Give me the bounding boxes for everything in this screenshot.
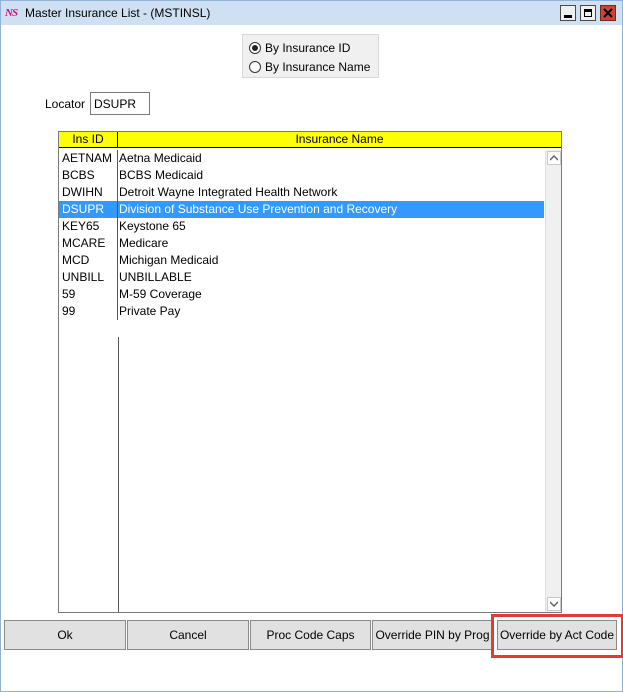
radio-unchecked-icon[interactable] [249, 61, 261, 73]
cell-ins-id: BCBS [59, 167, 118, 184]
cell-insurance-name: Private Pay [119, 304, 181, 318]
window-title: Master Insurance List - (MSTINSL) [25, 6, 211, 20]
title-bar[interactable]: NS Master Insurance List - (MSTINSL) [1, 1, 622, 25]
cell-insurance-name: Keystone 65 [119, 219, 186, 233]
cell-insurance-name: Michigan Medicaid [119, 253, 219, 267]
table-row[interactable]: BCBS BCBS Medicaid [59, 167, 544, 184]
proc-code-caps-button[interactable]: Proc Code Caps [250, 620, 371, 650]
cell-insurance-name: Aetna Medicaid [119, 151, 202, 165]
cell-ins-id: DWIHN [59, 184, 118, 201]
locator-label: Locator [45, 97, 86, 111]
radio-checked-icon[interactable] [249, 42, 261, 54]
table-row[interactable]: AETNAM Aetna Medicaid [59, 150, 544, 167]
cell-insurance-name: BCBS Medicaid [119, 168, 204, 182]
radio-label-by-insurance-id: By Insurance ID [265, 41, 351, 55]
scroll-down-icon[interactable] [547, 597, 561, 611]
locator-input[interactable] [90, 92, 150, 115]
table-row[interactable]: 99 Private Pay [59, 303, 544, 320]
cell-insurance-name: Detroit Wayne Integrated Health Network [119, 185, 338, 199]
cell-ins-id: 59 [59, 286, 118, 303]
minimize-icon[interactable] [560, 5, 576, 21]
radio-by-insurance-id[interactable]: By Insurance ID [249, 39, 350, 57]
cell-insurance-name: M-59 Coverage [119, 287, 202, 301]
highlight-annotation-box [491, 614, 623, 658]
table-row[interactable]: UNBILL UNBILLABLE [59, 269, 544, 286]
radio-by-insurance-name[interactable]: By Insurance Name [249, 58, 370, 76]
cell-ins-id: 99 [59, 303, 118, 320]
maximize-icon[interactable] [580, 5, 596, 21]
cell-ins-id: UNBILL [59, 269, 118, 286]
scroll-up-icon[interactable] [547, 151, 561, 165]
table-row[interactable]: MCARE Medicare [59, 235, 544, 252]
ok-button[interactable]: Ok [4, 620, 126, 650]
column-divider [118, 337, 119, 612]
cell-ins-id: MCARE [59, 235, 118, 252]
cell-ins-id: MCD [59, 252, 118, 269]
table-row[interactable]: 59 M-59 Coverage [59, 286, 544, 303]
cell-ins-id: KEY65 [59, 218, 118, 235]
cell-ins-id: AETNAM [59, 150, 118, 167]
sort-radio-group: By Insurance ID By Insurance Name [242, 34, 379, 78]
grid-header: Ins ID Insurance Name [59, 132, 561, 148]
master-insurance-window: NS Master Insurance List - (MSTINSL) By … [0, 0, 623, 692]
cell-insurance-name: Division of Substance Use Prevention and… [119, 202, 398, 216]
vertical-scrollbar[interactable] [545, 150, 561, 612]
insurance-grid: Ins ID Insurance Name AETNAM Aetna Medica… [58, 131, 562, 613]
grid-body: AETNAM Aetna Medicaid BCBS BCBS Medicaid DWI… [59, 150, 544, 612]
override-pin-by-prog-button[interactable]: Override PIN by Prog [372, 620, 493, 650]
column-header-ins-id[interactable]: Ins ID [59, 132, 118, 147]
app-logo-icon: NS [5, 7, 18, 19]
table-row[interactable]: DWIHN Detroit Wayne Integrated Health Net… [59, 184, 544, 201]
cell-insurance-name: UNBILLABLE [119, 270, 192, 284]
table-row[interactable]: KEY65 Keystone 65 [59, 218, 544, 235]
table-row[interactable]: DSUPR Division of Substance Use Preventio… [59, 201, 544, 218]
cell-insurance-name: Medicare [119, 236, 169, 250]
column-header-insurance-name[interactable]: Insurance Name [118, 132, 561, 147]
table-row[interactable]: MCD Michigan Medicaid [59, 252, 544, 269]
cell-ins-id: DSUPR [59, 201, 118, 218]
close-icon[interactable] [600, 5, 616, 21]
radio-label-by-insurance-name: By Insurance Name [265, 60, 371, 74]
cancel-button[interactable]: Cancel [127, 620, 249, 650]
